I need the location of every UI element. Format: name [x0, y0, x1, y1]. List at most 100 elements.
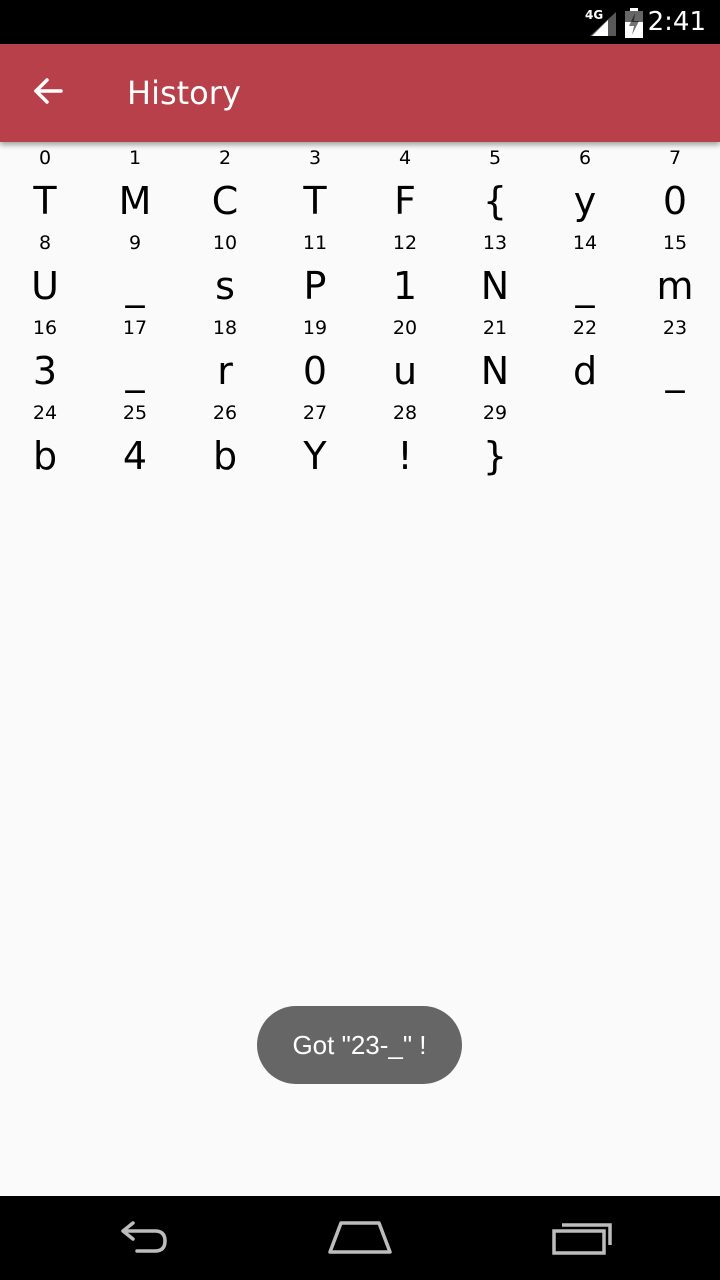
history-char: N: [480, 264, 510, 308]
history-cell: 14 _: [540, 227, 630, 312]
history-char: M: [118, 179, 152, 223]
history-char: d: [572, 349, 598, 393]
history-index: 2: [218, 147, 232, 169]
history-index: 20: [392, 317, 418, 339]
history-index: 23: [662, 317, 688, 339]
history-index: 15: [662, 232, 688, 254]
history-index: 11: [302, 232, 328, 254]
history-cell: 28!: [360, 397, 450, 482]
history-char: b: [32, 434, 58, 478]
history-index: 7: [668, 147, 682, 169]
history-cell: 16 3: [0, 312, 90, 397]
history-char: {: [482, 179, 508, 223]
history-cell: 12 1: [360, 227, 450, 312]
history-index: 28: [392, 402, 418, 424]
history-cell: 22 d: [540, 312, 630, 397]
back-button[interactable]: [22, 69, 74, 117]
history-cell: 25 4: [90, 397, 180, 482]
history-index: 29: [482, 402, 508, 424]
status-time: 2:41: [647, 7, 706, 37]
history-char: 4: [122, 434, 148, 478]
history-cell: 27 Y: [270, 397, 360, 482]
history-cell: 70: [630, 142, 720, 227]
signal-icon: [590, 12, 616, 40]
history-cell: 8U: [0, 227, 90, 312]
nav-home-icon: [327, 1220, 393, 1260]
history-char: T: [33, 179, 57, 223]
history-char: }: [482, 434, 508, 478]
history-char: C: [211, 179, 239, 223]
history-cell: 10 s: [180, 227, 270, 312]
history-cell: 2C: [180, 142, 270, 227]
history-index: 13: [482, 232, 508, 254]
history-char: U: [31, 264, 59, 308]
history-cell: 9 _: [90, 227, 180, 312]
history-cell: 5{: [450, 142, 540, 227]
history-index: 4: [398, 147, 412, 169]
history-char: F: [394, 179, 416, 223]
history-cell: 23 _: [630, 312, 720, 397]
history-index: 12: [392, 232, 418, 254]
history-index: 8: [38, 232, 52, 254]
history-index: 10: [212, 232, 238, 254]
app-bar: History: [0, 44, 720, 142]
history-cell: 1M: [90, 142, 180, 227]
history-cell: 24 b: [0, 397, 90, 482]
history-cell: 17 _: [90, 312, 180, 397]
history-index: 18: [212, 317, 238, 339]
history-char: y: [573, 179, 597, 223]
history-char: 0: [302, 349, 328, 393]
history-cell: 4F: [360, 142, 450, 227]
history-index: 26: [212, 402, 238, 424]
nav-recents-button[interactable]: [537, 1210, 627, 1270]
toast-message: Got "23-_" !: [257, 1006, 462, 1084]
page-title: History: [127, 74, 241, 112]
history-index: 24: [32, 402, 58, 424]
history-index: 3: [308, 147, 322, 169]
history-index: 1: [128, 147, 142, 169]
history-index: 9: [128, 232, 142, 254]
history-cell: 0T: [0, 142, 90, 227]
history-cell: 19 0: [270, 312, 360, 397]
history-index: 6: [578, 147, 592, 169]
history-index: 5: [488, 147, 502, 169]
history-index: 21: [482, 317, 508, 339]
nav-recents-icon: [550, 1221, 614, 1259]
history-cell: 29}: [450, 397, 540, 482]
history-char: P: [303, 264, 327, 308]
history-cell: 6y: [540, 142, 630, 227]
history-cell: 26 b: [180, 397, 270, 482]
history-char: m: [656, 264, 694, 308]
history-char: _: [125, 264, 145, 308]
nav-back-button[interactable]: [95, 1210, 185, 1270]
history-char: _: [665, 349, 685, 393]
navigation-bar: [0, 1196, 720, 1280]
history-char: s: [215, 264, 235, 308]
nav-back-icon: [109, 1221, 171, 1259]
arrow-back-icon: [32, 75, 64, 111]
history-char: N: [480, 349, 510, 393]
history-index: 22: [572, 317, 598, 339]
history-char: _: [125, 349, 145, 393]
history-index: 14: [572, 232, 598, 254]
battery-icon: [624, 8, 644, 42]
history-char: _: [575, 264, 595, 308]
history-index: 27: [302, 402, 328, 424]
history-char: u: [392, 349, 418, 393]
history-index: 25: [122, 402, 148, 424]
history-cell: 18 r: [180, 312, 270, 397]
history-char: r: [217, 349, 233, 393]
history-cell: 21 N: [450, 312, 540, 397]
history-char: 1: [392, 264, 418, 308]
history-cell: 20 u: [360, 312, 450, 397]
status-bar: 4G 2:41: [0, 0, 720, 44]
history-char: Y: [303, 434, 327, 478]
history-index: 16: [32, 317, 58, 339]
nav-home-button[interactable]: [315, 1210, 405, 1270]
history-cell: 11 P: [270, 227, 360, 312]
history-index: 17: [122, 317, 148, 339]
history-char: !: [397, 434, 413, 478]
history-cell: 13 N: [450, 227, 540, 312]
history-char: 3: [32, 349, 58, 393]
history-char: b: [212, 434, 238, 478]
